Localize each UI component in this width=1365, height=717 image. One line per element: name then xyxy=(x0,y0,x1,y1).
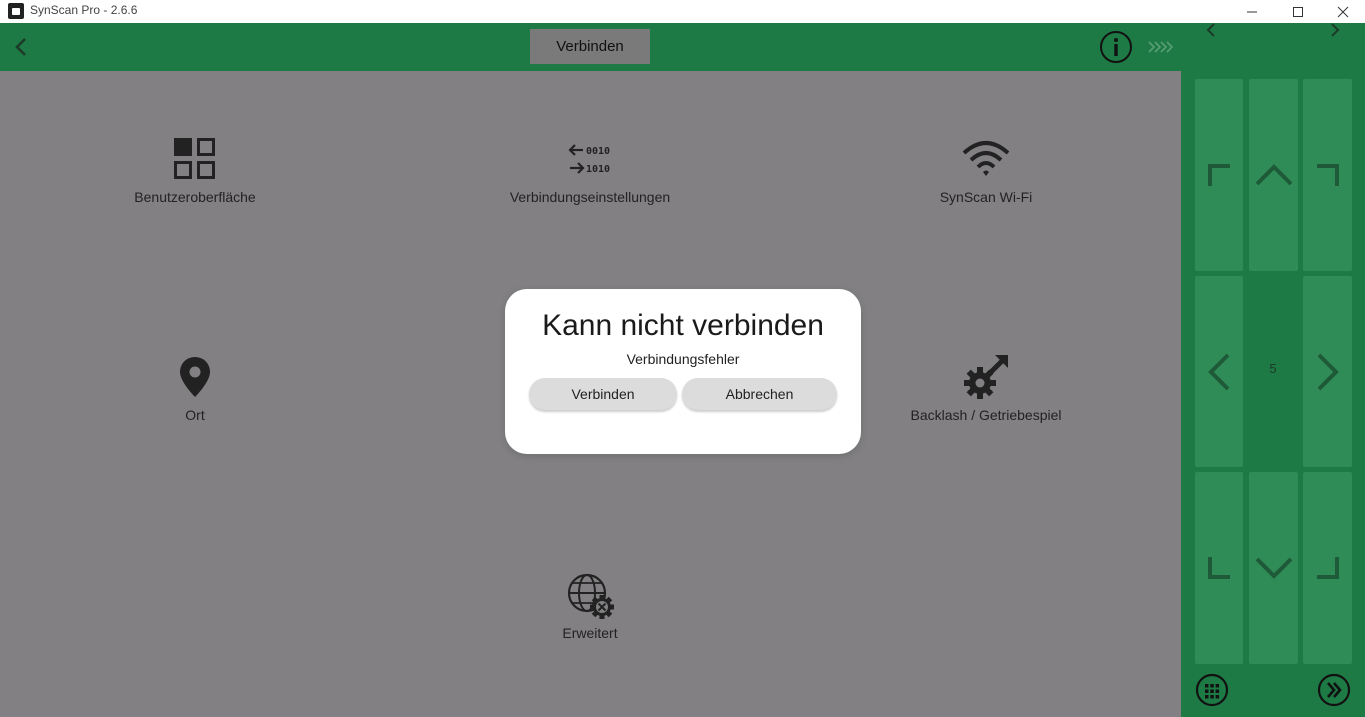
slew-speed-value[interactable]: 5 xyxy=(1247,361,1299,376)
corner-down-left-icon xyxy=(1208,557,1230,579)
svg-text:1010: 1010 xyxy=(586,164,610,175)
location-pin-icon xyxy=(180,357,210,397)
tile-ort[interactable]: Ort xyxy=(75,353,315,423)
slew-up-right-button[interactable] xyxy=(1303,79,1352,271)
arrow-right-icon xyxy=(1317,353,1339,390)
tile-label: Erweitert xyxy=(562,625,618,641)
arrow-up-icon xyxy=(1255,164,1292,186)
arrow-left-icon xyxy=(1208,353,1230,390)
app-logo-icon xyxy=(8,3,24,19)
close-icon xyxy=(1337,6,1349,17)
back-arrow-icon[interactable] xyxy=(10,35,34,59)
keypad-icon[interactable] xyxy=(1195,673,1229,707)
arrow-down-icon xyxy=(1255,557,1292,579)
speed-chevrons-icon[interactable] xyxy=(1146,39,1174,55)
corner-up-left-icon xyxy=(1208,164,1230,186)
tile-label: Ort xyxy=(185,407,205,423)
window-titlebar: SynScan Pro - 2.6.6 xyxy=(0,0,1365,23)
tile-erweitert[interactable]: Erweitert xyxy=(470,571,710,641)
corner-up-right-icon xyxy=(1316,164,1339,186)
gear-arrow-icon xyxy=(964,355,1008,399)
maximize-button[interactable] xyxy=(1275,0,1321,23)
window-title: SynScan Pro - 2.6.6 xyxy=(30,3,138,17)
minimize-button[interactable] xyxy=(1229,0,1275,23)
slew-left-button[interactable] xyxy=(1195,276,1243,467)
slew-down-left-button[interactable] xyxy=(1195,472,1243,664)
data-transfer-icon: 0010 1010 xyxy=(568,144,610,175)
maximize-icon xyxy=(1293,6,1303,17)
double-chevron-right-icon[interactable] xyxy=(1317,673,1351,707)
tile-label: SynScan Wi-Fi xyxy=(939,189,1033,205)
tile-synscan-wifi[interactable]: SynScan Wi-Fi xyxy=(866,135,1106,205)
slew-up-left-button[interactable] xyxy=(1195,79,1243,271)
chevron-left-icon[interactable] xyxy=(1203,22,1219,38)
tile-verbindungseinstellungen[interactable]: 0010 1010 Verbindungseinstellungen xyxy=(470,135,710,205)
grid-icon xyxy=(174,138,215,179)
dialog-connect-button[interactable]: Verbinden xyxy=(529,378,677,410)
tile-benutzeroberflaeche[interactable]: Benutzeroberfläche xyxy=(75,135,315,205)
corner-down-right-icon xyxy=(1316,557,1339,579)
app-header: Verbinden xyxy=(0,23,1181,71)
wifi-icon xyxy=(962,141,1010,176)
svg-text:0010: 0010 xyxy=(586,146,610,157)
slew-up-button[interactable] xyxy=(1249,79,1298,271)
info-icon[interactable] xyxy=(1099,30,1133,64)
globe-gear-icon xyxy=(567,573,614,619)
slew-right-button[interactable] xyxy=(1303,276,1352,467)
connection-error-dialog: Kann nicht verbinden Verbindungsfehler V… xyxy=(505,289,861,454)
slew-down-right-button[interactable] xyxy=(1303,472,1352,664)
dialog-cancel-button[interactable]: Abbrechen xyxy=(682,378,837,410)
slew-down-button[interactable] xyxy=(1249,472,1298,664)
tile-backlash-getriebespiel[interactable]: Backlash / Getriebespiel xyxy=(866,353,1106,423)
tab-verbinden[interactable]: Verbinden xyxy=(530,29,650,64)
dialog-title: Kann nicht verbinden xyxy=(542,309,824,342)
dialog-message: Verbindungsfehler xyxy=(626,351,740,367)
tile-label: Verbindungseinstellungen xyxy=(509,189,671,205)
minimize-icon xyxy=(1247,11,1257,12)
chevron-right-icon[interactable] xyxy=(1327,22,1343,38)
tile-label: Backlash / Getriebespiel xyxy=(910,407,1062,423)
close-window-button[interactable] xyxy=(1320,0,1365,23)
tile-label: Benutzeroberfläche xyxy=(134,189,256,205)
